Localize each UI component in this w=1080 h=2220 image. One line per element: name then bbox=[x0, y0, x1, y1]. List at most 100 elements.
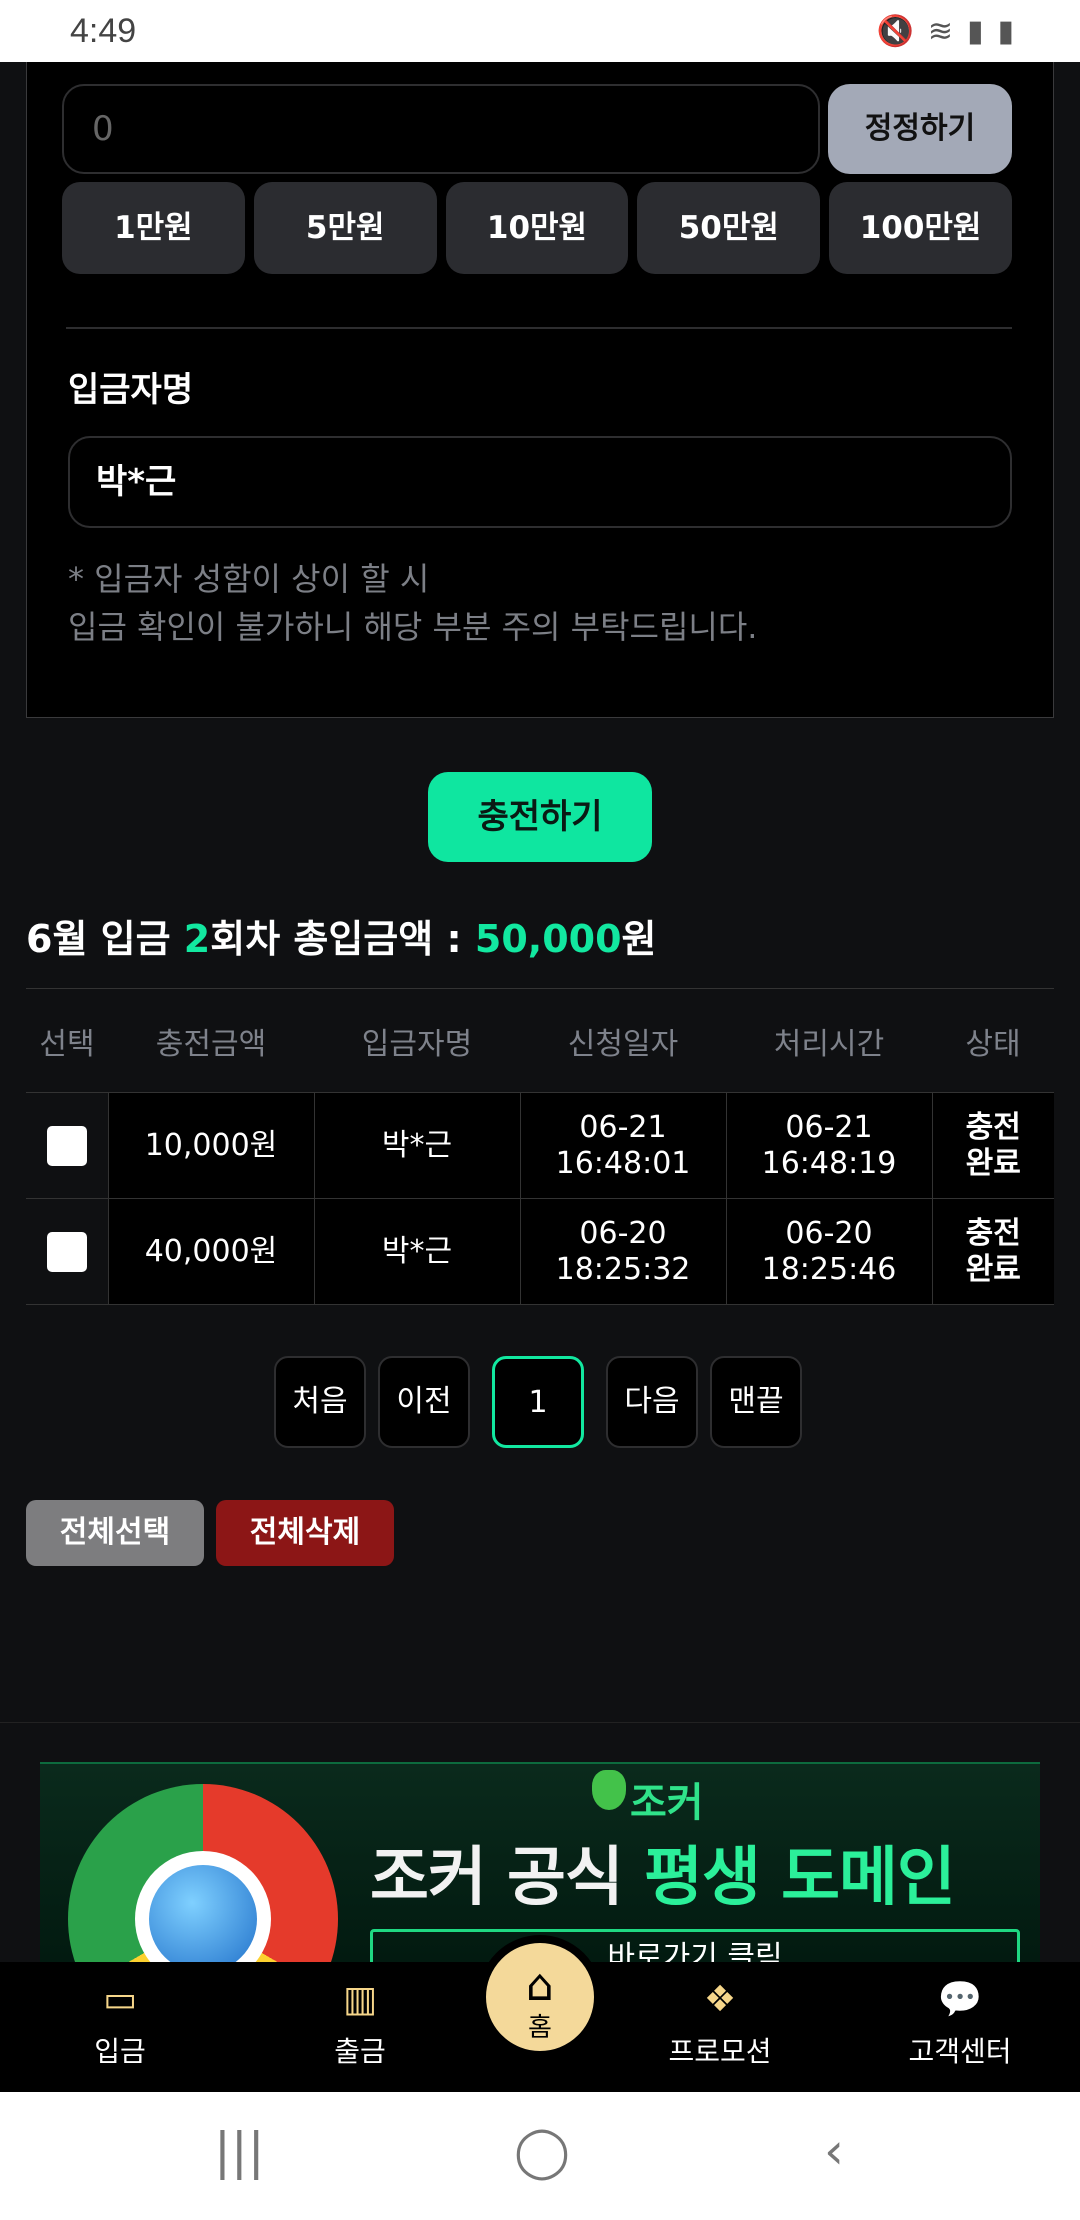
banner-subtitle: 바로가기 클릭 bbox=[370, 1929, 1020, 1962]
page-first-button[interactable]: 처음 bbox=[274, 1356, 366, 1448]
deposit-summary: 6월 입금 2회차 총입금액 : 50,000원 bbox=[26, 908, 657, 963]
correct-button[interactable]: 정정하기 bbox=[828, 84, 1012, 174]
table-row: 40,000원 박*근 06-20 18:25:32 06-20 18:25:46 … bbox=[26, 1198, 1054, 1305]
header-select: 선택 bbox=[26, 988, 108, 1093]
home-label: 홈 bbox=[528, 2013, 552, 2043]
page-next-button[interactable]: 다음 bbox=[606, 1356, 698, 1448]
row-depositor: 박*근 bbox=[314, 1092, 521, 1199]
table-header-row: 선택 충전금액 입금자명 신청일자 처리시간 상태 bbox=[26, 988, 1054, 1093]
nav-deposit-label: 입금 bbox=[94, 2035, 146, 2068]
process-date: 06-20 bbox=[785, 1215, 873, 1251]
delete-all-button[interactable]: 전체삭제 bbox=[216, 1500, 394, 1566]
quick-amount-button[interactable]: 10만원 bbox=[445, 182, 629, 274]
quick-amount-row: 1만원 5만원 10만원 50만원 100만원 bbox=[62, 182, 1012, 274]
nav-promotion-label: 프로모션 bbox=[668, 2035, 772, 2068]
nav-support-label: 고객센터 bbox=[908, 2035, 1012, 2068]
domain-banner[interactable]: 조커 조커 공식 평생 도메인 바로가기 클릭 bbox=[40, 1762, 1040, 1962]
header-depositor: 입금자명 bbox=[314, 988, 520, 1093]
status-icons: 🔇 ≋ ▮ ▮ bbox=[876, 14, 1014, 49]
page-current-button[interactable]: 1 bbox=[492, 1356, 584, 1448]
depositor-label: 입금자명 bbox=[68, 370, 194, 410]
row-request-datetime: 06-20 18:25:32 bbox=[520, 1198, 727, 1305]
banner-title-green: 평생 도메인 bbox=[644, 1841, 956, 1915]
process-time: 18:25:46 bbox=[761, 1251, 897, 1287]
status-bar: 4:49 🔇 ≋ ▮ ▮ bbox=[0, 0, 1080, 62]
home-icon: ⌂ bbox=[526, 1960, 554, 2011]
row-request-datetime: 06-21 16:48:01 bbox=[520, 1092, 727, 1199]
joker-mascot-icon bbox=[592, 1770, 626, 1810]
row-checkbox[interactable] bbox=[46, 1125, 87, 1166]
row-checkbox[interactable] bbox=[46, 1231, 87, 1272]
gift-icon: ❖ bbox=[703, 1979, 737, 2020]
status-line: 충전 bbox=[965, 1215, 1021, 1251]
depositor-name-field[interactable]: 박*근 bbox=[68, 436, 1012, 528]
banner-logo: 조커 bbox=[630, 1780, 704, 1826]
request-time: 18:25:32 bbox=[555, 1251, 691, 1287]
page-last-button[interactable]: 맨끝 bbox=[710, 1356, 802, 1448]
charge-button[interactable]: 충전하기 bbox=[428, 772, 652, 862]
quick-amount-button[interactable]: 1만원 bbox=[62, 182, 245, 274]
chrome-logo-core bbox=[149, 1865, 257, 1962]
row-depositor: 박*근 bbox=[314, 1198, 521, 1305]
status-time: 4:49 bbox=[70, 12, 137, 50]
nav-support[interactable]: 💬 고객센터 bbox=[890, 1980, 1030, 2070]
summary-total: 50,000 bbox=[474, 917, 622, 961]
home-system-icon[interactable]: ◯ bbox=[514, 2122, 570, 2180]
row-amount: 10,000원 bbox=[108, 1092, 315, 1199]
nav-deposit[interactable]: ▭ 입금 bbox=[50, 1980, 190, 2070]
header-process-time: 처리시간 bbox=[726, 988, 932, 1093]
header-status: 상태 bbox=[932, 988, 1054, 1093]
row-amount: 40,000원 bbox=[108, 1198, 315, 1305]
row-status: 충전 완료 bbox=[932, 1092, 1054, 1199]
summary-mid: 회차 총입금액 : bbox=[210, 917, 475, 961]
nav-withdraw-label: 출금 bbox=[334, 2035, 386, 2068]
amount-input[interactable]: 0 bbox=[62, 84, 820, 174]
header-request-date: 신청일자 bbox=[520, 988, 726, 1093]
wifi-icon: ≋ bbox=[927, 14, 953, 49]
row-process-datetime: 06-20 18:25:46 bbox=[726, 1198, 933, 1305]
select-all-button[interactable]: 전체선택 bbox=[26, 1500, 204, 1566]
table-row: 10,000원 박*근 06-21 16:48:01 06-21 16:48:19 … bbox=[26, 1092, 1054, 1199]
summary-count: 2 bbox=[183, 917, 211, 961]
row-process-datetime: 06-21 16:48:19 bbox=[726, 1092, 933, 1199]
mute-icon: 🔇 bbox=[876, 14, 914, 49]
request-time: 16:48:01 bbox=[555, 1145, 691, 1181]
row-status: 충전 완료 bbox=[932, 1198, 1054, 1305]
page-prev-button[interactable]: 이전 bbox=[378, 1356, 470, 1448]
section-divider bbox=[0, 1722, 1080, 1723]
status-line: 충전 bbox=[965, 1109, 1021, 1145]
process-time: 16:48:19 bbox=[761, 1145, 897, 1181]
summary-month: 6월 입금 bbox=[26, 917, 184, 961]
nav-promotion[interactable]: ❖ 프로모션 bbox=[650, 1980, 790, 2070]
nav-withdraw[interactable]: ▥ 출금 bbox=[290, 1980, 430, 2070]
recents-icon[interactable]: ||| bbox=[214, 2122, 265, 2180]
back-icon[interactable]: ‹ bbox=[824, 2122, 844, 2180]
quick-amount-button[interactable]: 5만원 bbox=[253, 182, 437, 274]
header-amount: 충전금액 bbox=[108, 988, 314, 1093]
atm-icon: ▥ bbox=[342, 1979, 377, 2020]
chrome-logo-icon bbox=[68, 1784, 338, 1962]
pagination: 처음 이전 1 다음 맨끝 bbox=[274, 1356, 802, 1448]
summary-unit: 원 bbox=[621, 917, 657, 961]
wallet-icon: ▭ bbox=[102, 1979, 137, 2020]
home-button[interactable]: ⌂ 홈 bbox=[478, 1935, 602, 2059]
row-select-cell bbox=[26, 1198, 109, 1305]
notice-line: * 입금자 성함이 상이 할 시 bbox=[68, 560, 430, 598]
battery-icon: ▮ bbox=[997, 14, 1014, 49]
system-nav-bar: ||| ◯ ‹ bbox=[0, 2092, 1080, 2220]
divider bbox=[66, 327, 1012, 329]
request-date: 06-21 bbox=[579, 1109, 667, 1145]
depositor-notice: * 입금자 성함이 상이 할 시 입금 확인이 불가하니 해당 부분 주의 부탁… bbox=[68, 555, 757, 651]
chat-icon: 💬 bbox=[937, 1979, 983, 2020]
signal-icon: ▮ bbox=[966, 14, 984, 49]
quick-amount-button[interactable]: 100만원 bbox=[829, 182, 1012, 274]
row-select-cell bbox=[26, 1092, 109, 1199]
request-date: 06-20 bbox=[579, 1215, 667, 1251]
chrome-logo-inner bbox=[135, 1851, 271, 1962]
status-line: 완료 bbox=[965, 1251, 1021, 1287]
banner-title: 조커 공식 평생 도메인 bbox=[370, 1826, 956, 1918]
status-line: 완료 bbox=[965, 1145, 1021, 1181]
deposit-history-table: 선택 충전금액 입금자명 신청일자 처리시간 상태 10,000원 박*근 06… bbox=[26, 988, 1054, 1305]
quick-amount-button[interactable]: 50만원 bbox=[637, 182, 821, 274]
banner-title-white: 조커 공식 bbox=[370, 1841, 645, 1915]
